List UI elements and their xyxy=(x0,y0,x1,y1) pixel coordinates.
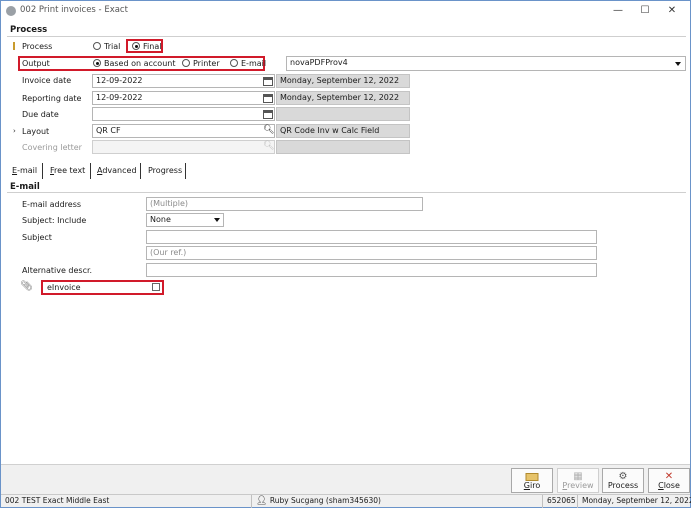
invoice-date-text: Monday, September 12, 2022 xyxy=(276,74,410,88)
status-code: 652065 xyxy=(542,495,577,508)
window-title: 002 Print invoices - Exact xyxy=(20,5,128,15)
subject-include-dropdown-arrow[interactable] xyxy=(212,214,223,226)
layout-description: QR Code Inv w Calc Field xyxy=(276,124,410,138)
tab-separator xyxy=(140,163,141,179)
tab-advanced[interactable]: Advanced xyxy=(93,163,141,179)
covering-letter-input xyxy=(92,140,275,154)
trial-radio[interactable] xyxy=(93,42,101,50)
tab-free-text[interactable]: Free text xyxy=(46,163,89,179)
covering-letter-label: Covering letter xyxy=(22,143,82,152)
einvoice-checkbox[interactable] xyxy=(152,283,160,291)
status-bar: 002 TEST Exact Middle East 👤︎ Ruby Sucga… xyxy=(1,494,691,508)
alternative-descr-label: Alternative descr. xyxy=(22,266,93,275)
layout-input[interactable]: QR CF xyxy=(92,124,275,138)
process-button[interactable]: ⚙ Process xyxy=(602,468,644,493)
due-date-label: Due date xyxy=(22,110,59,119)
einvoice-label: eInvoice xyxy=(47,283,81,292)
due-date-text xyxy=(276,107,410,121)
tab-email[interactable]: E-mail xyxy=(8,163,41,179)
based-on-account-radio[interactable] xyxy=(93,59,101,67)
alternative-descr-input[interactable] xyxy=(146,263,597,277)
reporting-date-label: Reporting date xyxy=(22,94,82,103)
user-icon: 👤︎ xyxy=(256,496,268,506)
layout-label: Layout xyxy=(22,127,50,136)
email-section-heading: E-mail xyxy=(10,182,40,192)
reporting-date-value: 12-09-2022 xyxy=(96,93,143,102)
close-button[interactable]: ✕ Close xyxy=(648,468,690,493)
email-radio[interactable] xyxy=(230,59,238,67)
invoice-date-label: Invoice date xyxy=(22,76,72,85)
trial-label: Trial xyxy=(104,42,121,51)
bottom-button-bar: Giro ▦ Preview ⚙ Process ✕ Close xyxy=(1,464,690,494)
layout-value: QR CF xyxy=(96,126,121,135)
process-section-heading: Process xyxy=(10,25,48,35)
status-date: Monday, September 12, 2022 xyxy=(577,495,691,508)
title-bar: 002 Print invoices - Exact — ☐ ✕ xyxy=(1,1,690,21)
process-divider xyxy=(7,36,686,37)
giro-button[interactable]: Giro xyxy=(511,468,553,493)
reporting-date-input[interactable]: 12-09-2022 xyxy=(92,91,275,105)
close-window-button[interactable]: ✕ xyxy=(659,3,685,19)
subject-include-label: Subject: Include xyxy=(22,216,87,225)
printer-radio-label: Printer xyxy=(193,59,220,68)
subject-label: Subject xyxy=(22,233,52,242)
layout-search-icon[interactable]: 🔍︎ xyxy=(263,125,274,135)
email-divider xyxy=(7,192,686,193)
status-user: Ruby Sucgang (sham345630) xyxy=(269,496,381,505)
invoice-date-input[interactable]: 12-09-2022 xyxy=(92,74,275,88)
paperclip-icon[interactable]: 📎︎ xyxy=(20,281,33,292)
giro-icon xyxy=(525,473,539,481)
maximize-button[interactable]: ☐ xyxy=(632,3,658,19)
final-label: Final xyxy=(143,42,162,51)
preview-button[interactable]: ▦ Preview xyxy=(557,468,599,493)
tab-separator xyxy=(90,163,91,179)
due-date-input[interactable] xyxy=(92,107,275,121)
tab-progress[interactable]: Progress xyxy=(144,163,186,179)
email-address-input[interactable]: (Multiple) xyxy=(146,197,423,211)
printer-select-value: novaPDFProv4 xyxy=(290,58,348,67)
invoice-date-value: 12-09-2022 xyxy=(96,76,143,85)
reporting-date-text: Monday, September 12, 2022 xyxy=(276,91,410,105)
email-radio-label: E-mail xyxy=(241,59,267,68)
subject-input[interactable] xyxy=(146,230,597,244)
output-label: Output xyxy=(22,59,50,68)
process-label: Process xyxy=(22,42,53,51)
covering-letter-search-icon: 🔍︎ xyxy=(263,141,275,151)
covering-letter-description xyxy=(276,140,410,154)
status-user-cell: 👤︎ Ruby Sucgang (sham345630) xyxy=(251,495,541,508)
layout-expand-chevron-icon[interactable]: › xyxy=(13,127,16,135)
invoice-date-calendar-icon[interactable] xyxy=(262,75,274,87)
required-marker xyxy=(13,42,15,50)
printer-dropdown-arrow[interactable] xyxy=(673,58,684,70)
tab-separator xyxy=(185,163,186,179)
printer-radio[interactable] xyxy=(182,59,190,67)
printer-select[interactable]: novaPDFProv4 xyxy=(286,56,686,71)
subject-include-value: None xyxy=(150,215,171,224)
email-address-label: E-mail address xyxy=(22,200,82,209)
minimize-button[interactable]: — xyxy=(605,3,631,19)
final-radio[interactable] xyxy=(132,42,140,50)
based-on-account-label: Based on account xyxy=(104,59,176,68)
tab-separator xyxy=(42,163,43,179)
status-company: 002 TEST Exact Middle East xyxy=(5,496,110,505)
due-date-calendar-icon[interactable] xyxy=(262,108,274,120)
exact-app-icon xyxy=(6,6,16,16)
reporting-date-calendar-icon[interactable] xyxy=(262,92,274,104)
subject-our-ref-input[interactable]: (Our ref.) xyxy=(146,246,597,260)
